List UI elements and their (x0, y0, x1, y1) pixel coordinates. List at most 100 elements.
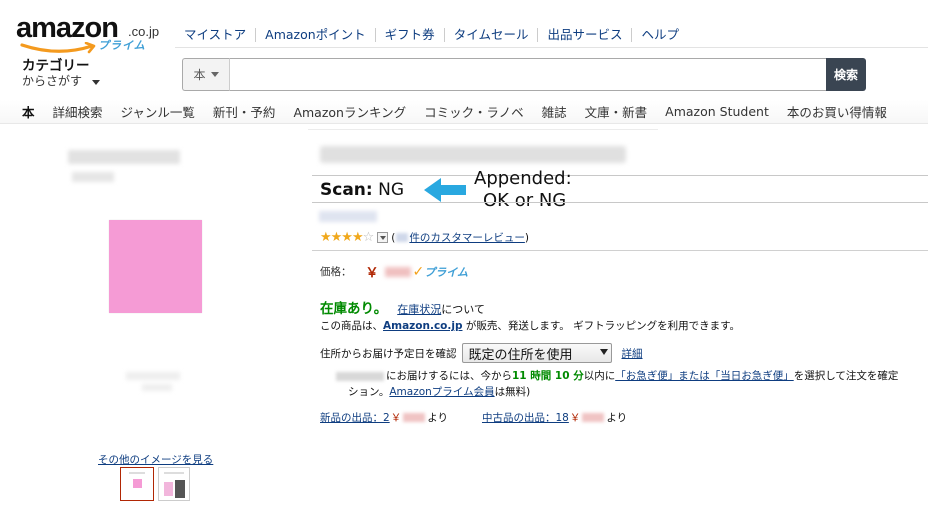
used-offers-link[interactable]: 中古品の出品：18 (482, 410, 569, 425)
divider (312, 202, 928, 203)
subnav-ranking[interactable]: Amazonランキング (293, 102, 406, 121)
logo-prime-text: プライム (98, 40, 146, 52)
new-offers-link[interactable]: 新品の出品：2 (320, 410, 390, 425)
express-shipping-link[interactable]: 「お急ぎ便」または「当日お急ぎ便」 (615, 370, 794, 382)
chevron-down-icon (92, 80, 101, 85)
prime-check-icon: ✓ (412, 263, 425, 280)
scan-result: Scan: NG (320, 180, 404, 200)
thumbnail-cover (133, 479, 142, 488)
used-offers-currency: ￥ (569, 412, 581, 424)
blurred-image-caption (126, 372, 180, 380)
scan-value: NG (378, 180, 404, 200)
seller-prefix: この商品は、 (320, 320, 383, 332)
annotation-callout: Appended: OK or NG (474, 168, 572, 212)
subnav-magazines[interactable]: 雑誌 (542, 102, 567, 121)
topnav-seller-services[interactable]: 出品サービス (537, 28, 631, 42)
rating-row: ★★★★☆ ( 件のカスタマーレビュー ) (320, 230, 529, 245)
topnav-gift-cards[interactable]: ギフト券 (374, 28, 444, 42)
blurred-price (384, 266, 411, 277)
in-stock-status: 在庫あり。 (320, 301, 388, 317)
chevron-down-icon[interactable] (377, 232, 389, 243)
topnav-my-store[interactable]: マイストア (175, 28, 255, 42)
blurred-cover-subtitle (72, 172, 114, 182)
thumbnail-cover (164, 482, 173, 496)
price-row: 価格： ￥ ✓ プライム (320, 262, 469, 282)
prime-member-link[interactable]: Amazonプライム会員 (389, 386, 494, 398)
category-subtitle: からさがす (22, 74, 83, 88)
price-label: 価格： (320, 266, 352, 278)
category-subtitle-row: からさがす (22, 74, 101, 89)
order-text-1: にお届けするには、今から (386, 370, 512, 382)
order-countdown: 11 時間 10 分 (512, 370, 584, 382)
smile-arrow-icon (20, 42, 96, 54)
prime-badge: プライム (424, 265, 469, 279)
stock-status-link[interactable]: 在庫状況 (397, 301, 441, 317)
subnav-book-deals[interactable]: 本のお買い得情報 (787, 102, 887, 121)
delivery-label: 住所からお届け予定日を確認 (320, 347, 457, 360)
category-menu[interactable]: カテゴリー からさがす (22, 58, 101, 89)
search-input[interactable] (230, 58, 826, 91)
blurred-used-price (582, 413, 605, 422)
thumbnail-text (164, 472, 184, 474)
scan-label: Scan: (320, 180, 373, 200)
stock-status-suffix: について (441, 303, 485, 316)
star-rating-icon[interactable]: ★★★★☆ (320, 230, 374, 245)
subnav-genre-list[interactable]: ジャンル一覧 (121, 102, 195, 121)
topnav-time-sale[interactable]: タイムセール (443, 28, 538, 42)
delivery-details-link[interactable]: 詳細 (622, 346, 643, 361)
divider (312, 175, 928, 176)
address-select[interactable]: 既定の住所を使用 (461, 343, 612, 363)
delivery-estimate: 住所からお届け予定日を確認 既定の住所を使用 詳細 (320, 343, 643, 363)
order-text-4: ション。 (348, 386, 390, 398)
thumbnail-1[interactable] (120, 467, 154, 501)
offers-row: 新品の出品：2 ￥ より 中古品の出品：18 ￥ より (320, 410, 627, 425)
order-text-5: は無料) (494, 386, 531, 398)
order-text-3: を選択して注文を確定 (793, 370, 899, 382)
price-currency: ￥ (365, 266, 379, 281)
seller-suffix: が販売、発送します。 ギフトラッピングを利用できます。 (462, 320, 741, 332)
product-main-image[interactable] (109, 220, 202, 313)
review-open-paren: ( (391, 231, 396, 244)
blurred-author-link[interactable] (319, 211, 377, 222)
topnav-help[interactable]: ヘルプ (631, 28, 688, 42)
search-scope-label: 本 (193, 68, 206, 82)
search-button[interactable]: 検索 (826, 58, 866, 91)
customer-reviews-link[interactable]: 件のカスタマーレビュー (409, 230, 525, 245)
books-subnav: 本 詳細検索 ジャンル一覧 新刊・予約 Amazonランキング コミック・ラノベ… (0, 100, 928, 124)
divider (308, 129, 658, 130)
blurred-cover-title (68, 150, 180, 164)
address-select-value: 既定の住所を使用 (468, 347, 573, 363)
new-offers-currency: ￥ (390, 412, 402, 424)
order-message-line-1: にお届けするには、今から11 時間 10 分以内に「お急ぎ便」または「当日お急ぎ… (336, 368, 928, 384)
more-images-link[interactable]: その他のイメージを見る (98, 452, 213, 467)
blurred-review-count (396, 233, 409, 242)
subnav-new-releases[interactable]: 新刊・予約 (213, 102, 276, 121)
thumbnail-text (129, 472, 145, 474)
category-title: カテゴリー (22, 58, 90, 74)
subnav-advanced-search[interactable]: 詳細検索 (53, 102, 103, 121)
order-text-2: 以内に (583, 370, 616, 382)
arrow-left-icon (424, 178, 466, 202)
blurred-delivery-date (336, 371, 384, 381)
seller-link[interactable]: Amazon.co.jp (383, 320, 462, 332)
blurred-new-price (403, 413, 426, 422)
divider (312, 250, 928, 251)
site-header: amazon .co.jp プライム マイストア Amazonポイント ギフト券… (0, 0, 928, 126)
order-deadline-message: にお届けするには、今から11 時間 10 分以内に「お急ぎ便」または「当日お急ぎ… (336, 368, 928, 400)
subnav-bunko[interactable]: 文庫・新書 (585, 102, 648, 121)
top-navigation: マイストア Amazonポイント ギフト券 タイムセール 出品サービス ヘルプ (175, 26, 688, 44)
search-scope-dropdown[interactable]: 本 (182, 58, 230, 91)
availability: 在庫あり。 在庫状況 について (320, 297, 485, 317)
amazon-prime-logo[interactable]: amazon .co.jp プライム (16, 12, 166, 56)
seller-info: この商品は、Amazon.co.jp が販売、発送します。 ギフトラッピングを利… (320, 318, 740, 333)
topnav-divider (175, 47, 928, 48)
subnav-books[interactable]: 本 (22, 102, 35, 121)
new-offers-suffix: より (427, 412, 448, 424)
review-close-paren: ) (524, 231, 529, 244)
subnav-amazon-student[interactable]: Amazon Student (665, 104, 769, 119)
thumbnail-figure (175, 480, 185, 498)
topnav-amazon-points[interactable]: Amazonポイント (255, 28, 375, 42)
search-bar: 本 検索 (182, 58, 866, 91)
thumbnail-2[interactable] (158, 467, 190, 501)
subnav-comics[interactable]: コミック・ラノベ (424, 102, 524, 121)
